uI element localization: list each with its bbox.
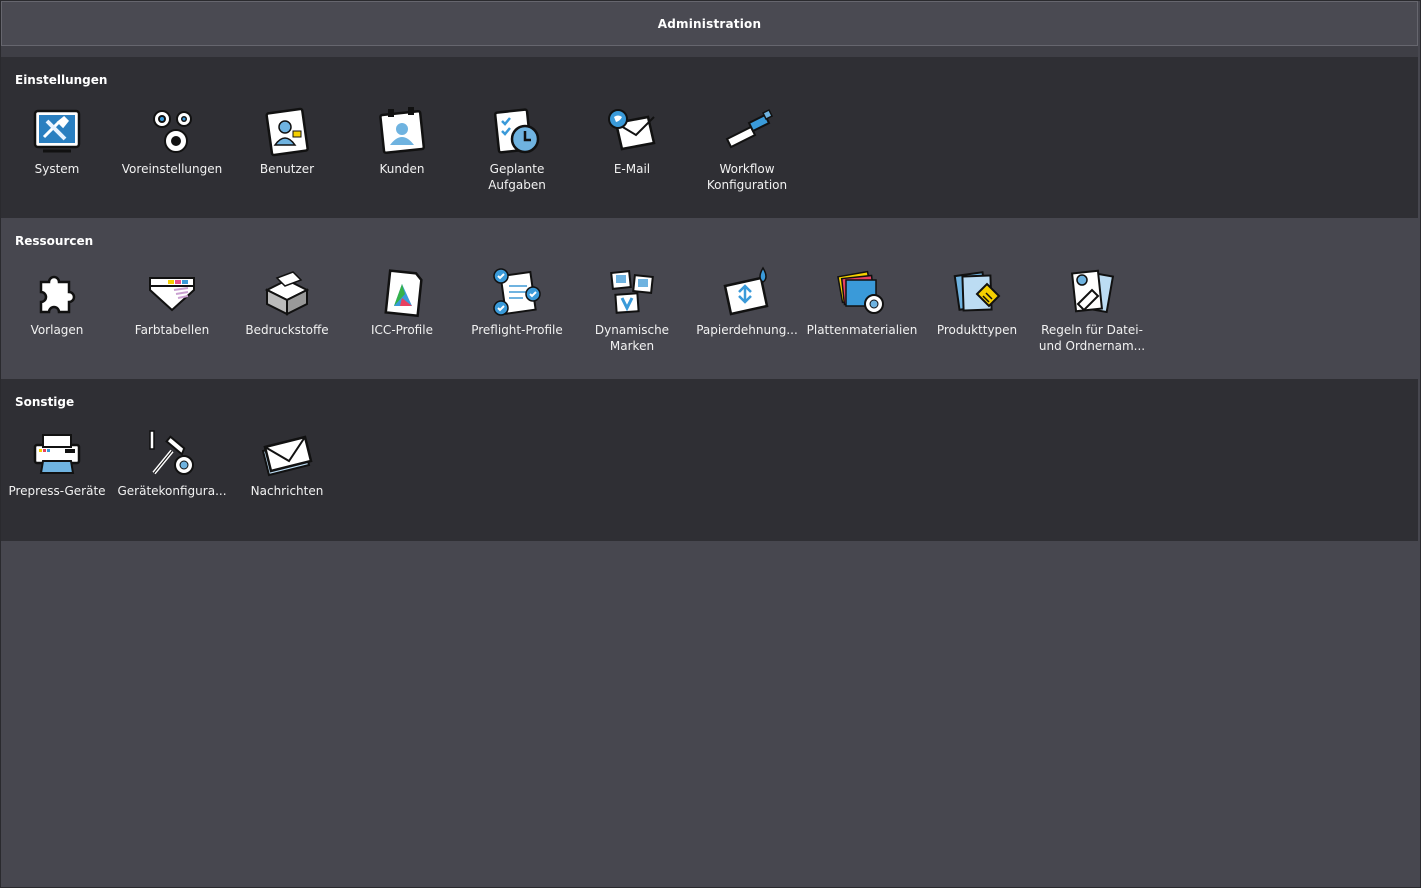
item-benutzer[interactable]: Benutzer <box>231 103 343 177</box>
item-label: Papierdehnung... <box>696 323 798 337</box>
item-preflight-profile[interactable]: Preflight-Profile <box>461 264 573 338</box>
icc-profile-icon <box>384 269 423 318</box>
item-nachrichten[interactable]: Nachrichten <box>231 425 343 499</box>
item-label: Dynamische Marken <box>594 323 670 353</box>
gears-icon <box>153 110 192 153</box>
email-icon <box>608 109 656 151</box>
plate-materials-icon <box>837 270 884 314</box>
scheduled-tasks-icon <box>493 108 540 154</box>
item-produkttypen[interactable]: Produkttypen <box>921 264 1033 338</box>
user-icon <box>265 107 309 157</box>
item-vorlagen[interactable]: Vorlagen <box>1 264 113 338</box>
color-swatch-icon <box>149 277 195 312</box>
workflow-icon <box>725 108 774 149</box>
empty-content-area <box>1 541 1418 883</box>
item-label: Produkttypen <box>936 323 1018 337</box>
item-label: Nachrichten <box>250 484 324 498</box>
preflight-icon <box>493 268 541 316</box>
paper-box-icon <box>264 271 310 316</box>
item-label: Prepress-Geräte <box>8 484 106 498</box>
item-label: Vorlagen <box>30 323 84 337</box>
item-workflow-konfiguration[interactable]: Workflow Konfiguration <box>691 103 803 193</box>
item-label: Workflow Konfiguration <box>706 162 788 192</box>
item-label: Bedruckstoffe <box>245 323 329 337</box>
window-title: Administration <box>657 16 762 31</box>
item-icc-profile[interactable]: ICC-Profile <box>346 264 458 338</box>
item-label: Plattenmaterialien <box>806 323 918 337</box>
item-prepress-geraete[interactable]: Prepress-Geräte <box>1 425 113 499</box>
naming-rules-icon <box>1070 269 1115 314</box>
printer-icon <box>33 434 81 474</box>
item-regeln-dateinamen[interactable]: Regeln für Datei- und Ordnernam... <box>1036 264 1148 354</box>
item-kunden[interactable]: Kunden <box>346 103 458 177</box>
item-geplante-aufgaben[interactable]: Geplante Aufgaben <box>461 103 573 193</box>
item-label: Benutzer <box>259 162 315 176</box>
item-email[interactable]: E-Mail <box>576 103 688 177</box>
product-types-icon <box>953 271 1001 312</box>
item-label: Regeln für Datei- und Ordnernam... <box>1038 323 1146 353</box>
item-system[interactable]: System <box>1 103 113 177</box>
section-sonstige: Sonstige Prepress-Geräte Gerätekonfigura… <box>1 379 1418 541</box>
item-label: System <box>34 162 80 176</box>
item-label: Voreinstellungen <box>121 162 223 176</box>
item-farbtabellen[interactable]: Farbtabellen <box>116 264 228 338</box>
item-label: E-Mail <box>613 162 651 176</box>
item-geraetekonfiguration[interactable]: Gerätekonfigura... <box>116 425 228 499</box>
item-voreinstellungen[interactable]: Voreinstellungen <box>116 103 228 177</box>
section-ressourcen: Ressourcen Vorlagen Farbtabellen Bedruck… <box>1 218 1418 379</box>
item-label: Farbtabellen <box>134 323 210 337</box>
section-einstellungen: Einstellungen System Voreinstellungen Be… <box>1 57 1418 218</box>
system-icon <box>33 109 81 153</box>
window-title-bar: Administration <box>1 1 1418 46</box>
item-label: Kunden <box>379 162 425 176</box>
item-dynamische-marken[interactable]: Dynamische Marken <box>576 264 688 354</box>
item-plattenmaterialien[interactable]: Plattenmaterialien <box>806 264 918 338</box>
dynamic-marks-icon <box>610 270 654 314</box>
item-label: Geplante Aufgaben <box>488 162 546 192</box>
customers-icon <box>379 107 426 155</box>
puzzle-icon <box>39 275 76 314</box>
paper-stretch-icon <box>723 266 769 316</box>
item-papierdehnung[interactable]: Papierdehnung... <box>691 264 803 338</box>
device-config-icon <box>149 430 194 475</box>
title-separator <box>1 46 1418 57</box>
item-label: Preflight-Profile <box>471 323 563 337</box>
item-label: ICC-Profile <box>371 323 433 337</box>
item-label: Gerätekonfigura... <box>117 484 227 498</box>
item-bedruckstoffe[interactable]: Bedruckstoffe <box>231 264 343 338</box>
messages-icon <box>261 435 313 477</box>
